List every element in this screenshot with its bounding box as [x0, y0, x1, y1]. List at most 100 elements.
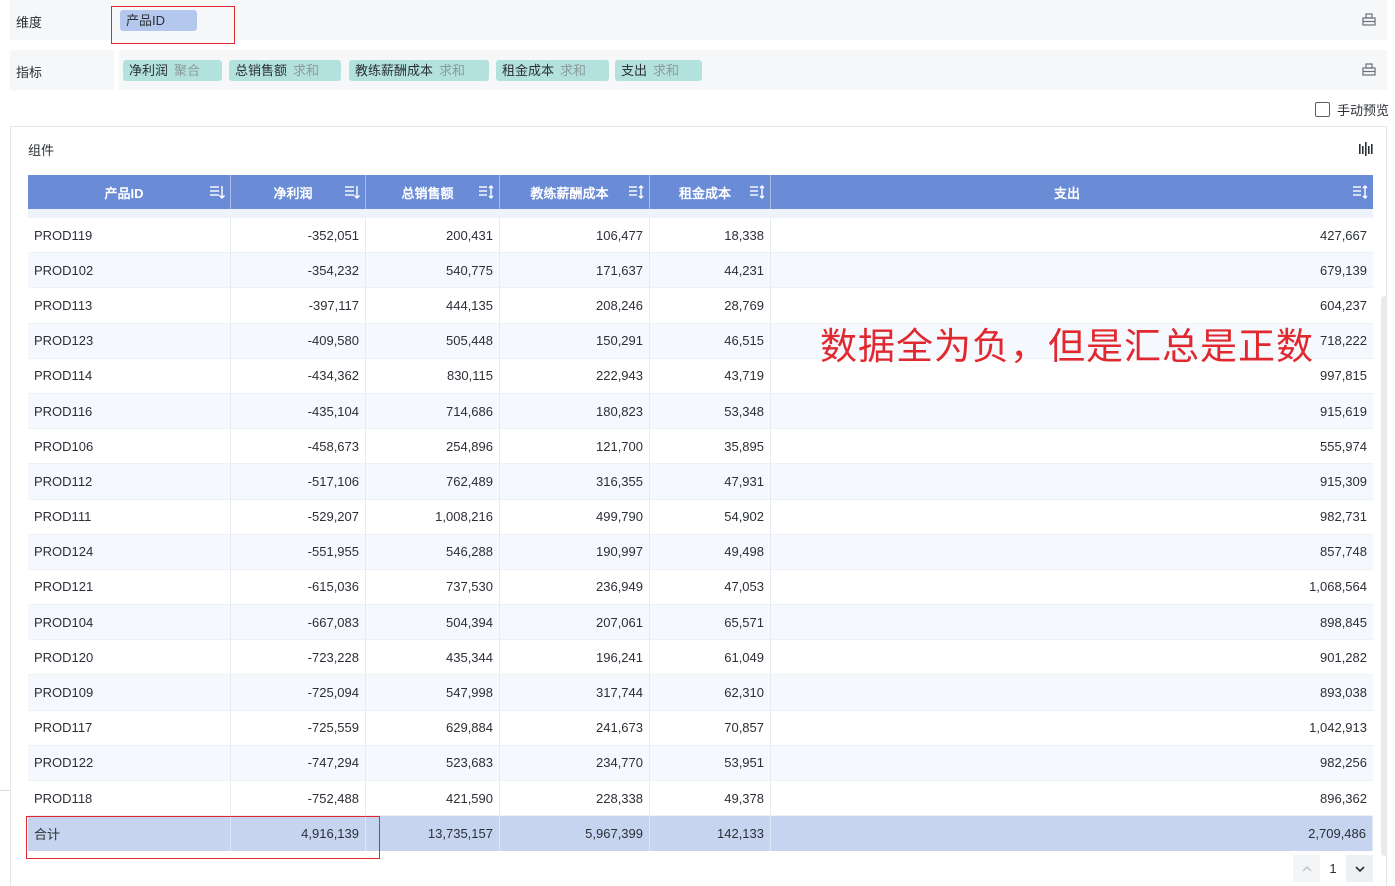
table-cell-value: 35,895: [650, 429, 771, 465]
page-next-button[interactable]: [1346, 855, 1373, 882]
column-header-label: 支出: [1053, 185, 1080, 201]
table-row[interactable]: PROD120 -723,228 435,344 196,241 61,049 901,2…: [28, 640, 1373, 676]
manual-preview-toggle[interactable]: 手动预览: [1314, 100, 1389, 119]
sort-icon[interactable]: [1352, 184, 1368, 200]
data-table: 产品ID 净利润 总销售额 教练薪酬成本 租金成本 支出 PROD119 -352…: [28, 175, 1373, 852]
table-cell-value: -434,362: [231, 358, 366, 394]
metric-pill-total-sales[interactable]: 总销售额 求和: [229, 60, 341, 81]
page-prev-button[interactable]: [1293, 855, 1320, 882]
metric-pill-name: 教练薪酬成本: [355, 63, 434, 78]
column-header-rent-cost[interactable]: 租金成本: [650, 175, 771, 209]
table-row[interactable]: PROD117 -725,559 629,884 241,673 70,857 1,042…: [28, 710, 1373, 746]
table-cell-value: 629,884: [366, 710, 500, 746]
metric-pill-agg: 求和: [439, 63, 466, 78]
table-body: PROD119 -352,051 200,431 106,477 18,338 427,6…: [28, 218, 1373, 817]
table-cell-value: -667,083: [231, 605, 366, 641]
table-cell-value: 714,686: [366, 393, 500, 430]
pagination: 1: [1293, 855, 1373, 882]
vertical-scrollbar[interactable]: [1381, 296, 1387, 856]
table-cell-value: 180,823: [500, 393, 650, 430]
table-row[interactable]: PROD116 -435,104 714,686 180,823 53,348 915,6…: [28, 393, 1373, 430]
metric-pill-agg: 求和: [293, 63, 320, 78]
table-cell-value: 555,974: [771, 429, 1373, 465]
sort-icon[interactable]: [344, 184, 360, 200]
sort-icon[interactable]: [749, 184, 765, 200]
table-row[interactable]: PROD106 -458,673 254,896 121,700 35,895 555,9…: [28, 429, 1373, 465]
chart-type-icon[interactable]: [1358, 141, 1374, 157]
table-row[interactable]: PROD104 -667,083 504,394 207,061 65,571 898,8…: [28, 605, 1373, 641]
table-cell-value: -409,580: [231, 323, 366, 359]
clear-shelf-icon[interactable]: [1361, 61, 1377, 77]
table-row[interactable]: PROD122 -747,294 523,683 234,770 53,951 982,2…: [28, 745, 1373, 781]
total-cell-value: 2,709,486: [771, 816, 1373, 852]
table-cell-value: 547,998: [366, 675, 500, 711]
column-header-net-profit[interactable]: 净利润: [231, 175, 366, 209]
clear-shelf-icon[interactable]: [1361, 11, 1377, 27]
shelf-divider: [114, 50, 119, 90]
table-cell-value: 208,246: [500, 288, 650, 324]
column-header-product-id[interactable]: 产品ID: [28, 175, 231, 209]
table-cell-value: -725,094: [231, 675, 366, 711]
table-cell-value: 196,241: [500, 640, 650, 676]
metric-pill-net-profit[interactable]: 净利润 聚合: [123, 60, 222, 81]
table-cell-product-id: PROD119: [28, 218, 231, 254]
table-cell-value: 222,943: [500, 358, 650, 394]
metric-pill-expense[interactable]: 支出 求和: [615, 60, 702, 81]
table-cell-value: 28,769: [650, 288, 771, 324]
table-cell-value: 106,477: [500, 218, 650, 254]
table-cell-value: 546,288: [366, 534, 500, 570]
table-cell-value: 62,310: [650, 675, 771, 711]
metric-pill-name: 总销售额: [235, 63, 288, 78]
table-cell-value: 896,362: [771, 781, 1373, 817]
table-cell-value: 49,378: [650, 781, 771, 817]
table-cell-value: 762,489: [366, 464, 500, 500]
metric-pill-name: 支出: [621, 63, 648, 78]
metric-pill-coach-cost[interactable]: 教练薪酬成本 求和: [349, 60, 489, 81]
table-cell-value: 679,139: [771, 253, 1373, 289]
column-header-label: 产品ID: [104, 185, 144, 201]
table-row[interactable]: PROD112 -517,106 762,489 316,355 47,931 915,3…: [28, 464, 1373, 500]
table-scroll-gap: [28, 209, 1373, 218]
table-cell-product-id: PROD104: [28, 605, 231, 641]
table-cell-product-id: PROD116: [28, 393, 231, 430]
table-cell-value: 435,344: [366, 640, 500, 676]
sort-icon[interactable]: [628, 184, 644, 200]
table-cell-value: 53,951: [650, 745, 771, 781]
column-header-expense[interactable]: 支出: [771, 175, 1373, 209]
table-cell-value: 504,394: [366, 605, 500, 641]
current-page: 1: [1329, 861, 1337, 876]
table-cell-value: 540,775: [366, 253, 500, 289]
sort-icon[interactable]: [209, 184, 225, 200]
table-cell-value: 47,053: [650, 569, 771, 606]
manual-preview-checkbox[interactable]: [1314, 102, 1330, 117]
panel-title: 组件: [28, 143, 55, 158]
table-cell-value: 1,008,216: [366, 499, 500, 535]
table-row[interactable]: PROD124 -551,955 546,288 190,997 49,498 857,7…: [28, 534, 1373, 570]
table-row[interactable]: PROD118 -752,488 421,590 228,338 49,378 896,3…: [28, 781, 1373, 817]
chevron-down-icon: [1354, 865, 1365, 872]
column-header-coach-cost[interactable]: 教练薪酬成本: [500, 175, 650, 209]
table-row[interactable]: PROD111 -529,207 1,008,216 499,790 54,902 982…: [28, 499, 1373, 535]
table-cell-value: 915,309: [771, 464, 1373, 500]
metric-pill-agg: 聚合: [174, 63, 201, 78]
table-cell-value: 236,949: [500, 569, 650, 606]
table-row[interactable]: PROD121 -615,036 737,530 236,949 47,053 1,068…: [28, 569, 1373, 606]
metric-pill-rent-cost[interactable]: 租金成本 求和: [496, 60, 609, 81]
table-cell-value: 737,530: [366, 569, 500, 606]
manual-preview-label: 手动预览: [1336, 103, 1389, 118]
table-cell-value: -435,104: [231, 393, 366, 430]
metric-pill-agg: 求和: [653, 63, 680, 78]
table-cell-value: -458,673: [231, 429, 366, 465]
table-cell-product-id: PROD121: [28, 569, 231, 606]
table-row[interactable]: PROD102 -354,232 540,775 171,637 44,231 679,1…: [28, 253, 1373, 289]
table-cell-value: 505,448: [366, 323, 500, 359]
table-cell-value: 316,355: [500, 464, 650, 500]
total-cell-value: 5,967,399: [500, 816, 650, 852]
table-row[interactable]: PROD109 -725,094 547,998 317,744 62,310 893,0…: [28, 675, 1373, 711]
sort-icon[interactable]: [478, 184, 494, 200]
table-cell-value: 523,683: [366, 745, 500, 781]
column-header-total-sales[interactable]: 总销售额: [366, 175, 500, 209]
table-cell-value: 121,700: [500, 429, 650, 465]
table-row[interactable]: PROD119 -352,051 200,431 106,477 18,338 427,6…: [28, 218, 1373, 254]
table-cell-product-id: PROD113: [28, 288, 231, 324]
